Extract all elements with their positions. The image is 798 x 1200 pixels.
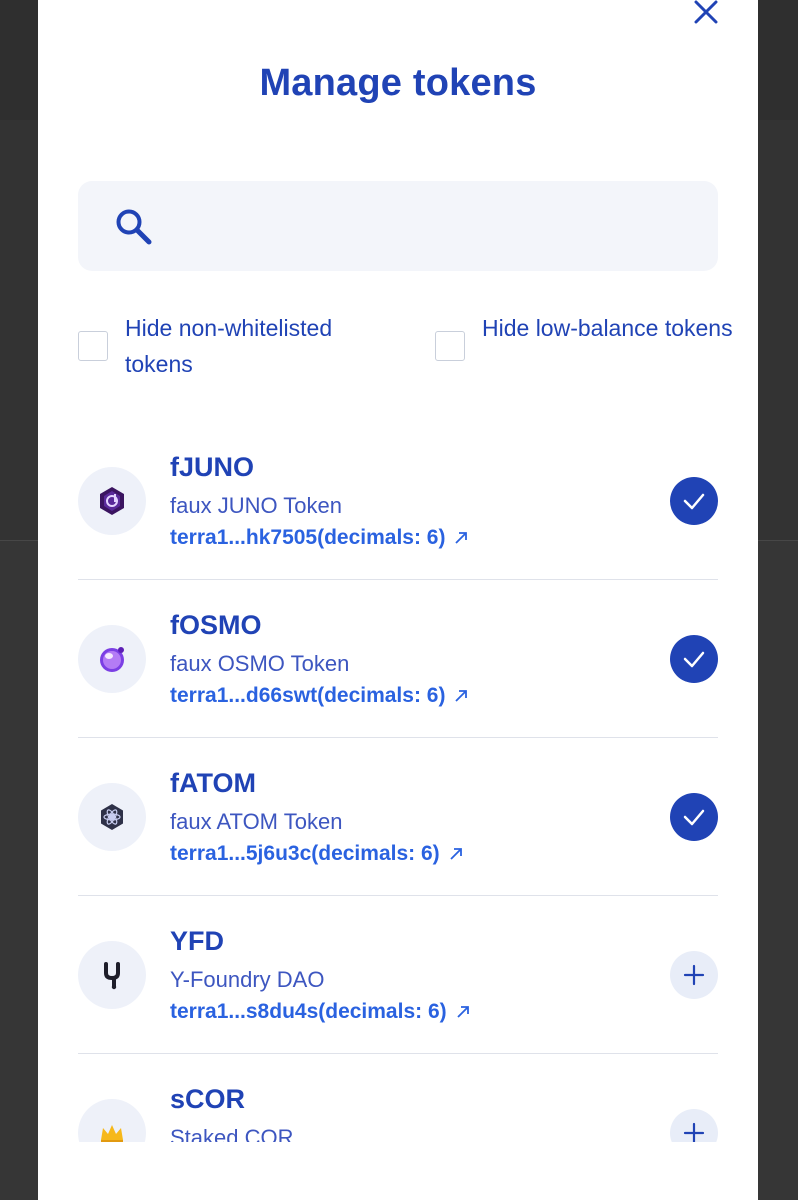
plus-icon [683,1122,705,1142]
token-address-link[interactable]: terra1...s8du4s(decimals: 6) [170,1000,471,1024]
token-row: fOSMO faux OSMO Token terra1...d66swt(de… [78,580,718,738]
search-input[interactable] [168,201,692,253]
modal-title: Manage tokens [259,62,537,104]
external-link-icon [450,848,462,860]
remove-token-button[interactable] [670,793,718,841]
close-icon [694,0,718,24]
remove-token-button[interactable] [670,477,718,525]
token-symbol: fATOM [170,768,256,798]
token-row: YFD Y-Foundry DAO terra1...s8du4s(decima… [78,896,718,1054]
token-symbol: YFD [170,926,224,956]
cor-logo [78,1099,146,1142]
checkmark-icon [683,651,705,668]
search-box[interactable] [78,181,718,271]
token-symbol: fOSMO [170,610,262,640]
token-name: faux OSMO Token [170,651,350,676]
modal-footer-space [38,1142,758,1200]
token-name: Staked COR [170,1125,294,1142]
manage-tokens-modal: Manage tokens Hide non-whitelisted token… [38,0,758,1200]
token-address: terra1...s8du4s(decimals: 6) [170,1000,447,1023]
token-name: faux ATOM Token [170,809,343,834]
low-balance-checkbox[interactable] [435,331,465,361]
checkmark-icon [683,493,705,510]
token-address: terra1...5j6u3c(decimals: 6) [170,842,440,865]
token-address: terra1...d66swt(decimals: 6) [170,684,446,707]
token-name: faux JUNO Token [170,493,343,518]
external-link-icon [455,690,468,702]
add-token-button[interactable] [670,951,718,999]
filter-low-balance[interactable]: Hide low-balance tokens [435,310,742,361]
add-token-button[interactable] [670,1109,718,1142]
token-address-link[interactable]: terra1...hk7505(decimals: 6) [170,526,469,550]
token-name: Y-Foundry DAO [170,967,325,992]
plus-icon [683,964,705,986]
token-row: sCOR Staked COR [78,1054,718,1142]
token-row: fATOM faux ATOM Token terra1...5j6u3c(de… [78,738,718,896]
yfd-logo [78,941,146,1009]
external-link-icon [457,1006,469,1018]
token-row: fJUNO faux JUNO Token terra1...hk7505(de… [78,422,718,580]
atom-logo [78,783,146,851]
non-whitelisted-checkbox[interactable] [78,331,108,361]
token-address: terra1...hk7505(decimals: 6) [170,526,446,549]
close-button[interactable] [692,0,720,28]
remove-token-button[interactable] [670,635,718,683]
non-whitelisted-label: Hide non-whitelisted tokens [125,315,333,377]
external-link-icon [455,532,468,544]
token-symbol: fJUNO [170,452,255,482]
osmo-logo [78,625,146,693]
low-balance-label: Hide low-balance tokens [482,315,733,341]
token-address-link[interactable]: terra1...5j6u3c(decimals: 6) [170,842,464,866]
juno-logo [78,467,146,535]
token-symbol: sCOR [170,1084,246,1114]
search-icon [116,209,152,245]
token-list: fJUNO faux JUNO Token terra1...hk7505(de… [78,422,718,1142]
token-address-link[interactable]: terra1...d66swt(decimals: 6) [170,684,469,708]
checkmark-icon [683,809,705,826]
filter-non-whitelisted[interactable]: Hide non-whitelisted tokens [78,310,385,382]
